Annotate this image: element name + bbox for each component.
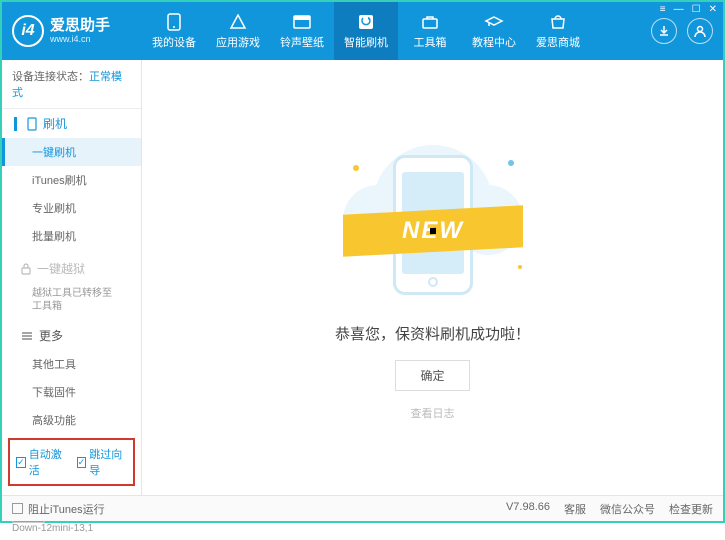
wechat-link[interactable]: 微信公众号 (600, 501, 655, 517)
nav-apps[interactable]: 应用游戏 (206, 2, 270, 60)
ok-button[interactable]: 确定 (395, 360, 469, 391)
footer: 阻止iTunes运行 V7.98.66 客服 微信公众号 检查更新 (2, 495, 723, 521)
cap-icon (484, 13, 504, 31)
sidebar-item-advanced[interactable]: 高级功能 (2, 406, 141, 434)
store-icon (548, 13, 568, 31)
sidebar-cat-more[interactable]: 更多 (2, 321, 141, 350)
new-ribbon: NEW (343, 205, 523, 256)
wallpaper-icon (292, 13, 312, 31)
success-message: 恭喜您，保资料刷机成功啦！ (335, 323, 530, 344)
version-label: V7.98.66 (506, 501, 550, 517)
sidebar-item-batch[interactable]: 批量刷机 (2, 222, 141, 250)
window-controls: ≡ — ☐ ✕ (660, 4, 717, 15)
nav-store[interactable]: 爱思商城 (526, 2, 590, 60)
toolbox-icon (420, 13, 440, 31)
logo-icon: i4 (12, 15, 44, 47)
nav-toolbox[interactable]: 工具箱 (398, 2, 462, 60)
apps-icon (228, 13, 248, 31)
connection-status: 设备连接状态：正常模式 (2, 60, 141, 109)
illustration: NEW (323, 135, 543, 305)
lock-icon (21, 263, 31, 275)
menu-icon[interactable]: ≡ (660, 4, 666, 15)
main-content: NEW 恭喜您，保资料刷机成功啦！ 确定 查看日志 (142, 60, 723, 495)
phone-icon (164, 13, 184, 31)
nav-ringtones[interactable]: 铃声壁纸 (270, 2, 334, 60)
minimize-button[interactable]: — (674, 4, 684, 15)
sidebar-item-other[interactable]: 其他工具 (2, 350, 141, 378)
logo-area: i4 爱思助手 www.i4.cn (2, 2, 142, 60)
phone-small-icon (27, 117, 37, 131)
sidebar-item-itunes[interactable]: iTunes刷机 (2, 166, 141, 194)
more-icon (21, 331, 33, 341)
checkbox-block-itunes[interactable] (12, 503, 23, 514)
nav-flash[interactable]: 智能刷机 (334, 2, 398, 60)
jailbreak-note: 越狱工具已转移至 工具箱 (2, 283, 141, 317)
nav-tutorials[interactable]: 教程中心 (462, 2, 526, 60)
user-icon[interactable] (687, 18, 713, 44)
sidebar-cat-flash[interactable]: 刷机 (2, 109, 141, 138)
view-log-link[interactable]: 查看日志 (411, 405, 455, 421)
sidebar-cat-jailbreak: 一键越狱 (2, 254, 141, 283)
sidebar: 设备连接状态：正常模式 刷机 一键刷机 iTunes刷机 专业刷机 批量刷机 一… (2, 60, 142, 495)
service-link[interactable]: 客服 (564, 501, 586, 517)
sidebar-item-firmware[interactable]: 下载固件 (2, 378, 141, 406)
maximize-button[interactable]: ☐ (692, 4, 701, 15)
sidebar-item-pro[interactable]: 专业刷机 (2, 194, 141, 222)
sidebar-item-oneclick[interactable]: 一键刷机 (2, 138, 141, 166)
nav-my-device[interactable]: 我的设备 (142, 2, 206, 60)
block-itunes-label: 阻止iTunes运行 (28, 501, 105, 517)
options-box: ✓自动激活 ✓跳过向导 (8, 438, 135, 486)
app-url: www.i4.cn (50, 34, 110, 44)
checkbox-auto-activate[interactable]: ✓自动激活 (16, 446, 67, 478)
header: i4 爱思助手 www.i4.cn 我的设备 应用游戏 铃声壁纸 智能刷机 工具… (2, 2, 723, 60)
app-name: 爱思助手 (50, 18, 110, 35)
device-model: Down-12mini-13,1 (12, 523, 131, 534)
download-icon[interactable] (651, 18, 677, 44)
flash-icon (356, 13, 376, 31)
close-button[interactable]: ✕ (709, 4, 717, 15)
checkbox-skip-guide[interactable]: ✓跳过向导 (77, 446, 128, 478)
nav: 我的设备 应用游戏 铃声壁纸 智能刷机 工具箱 教程中心 爱思商城 (142, 2, 651, 60)
update-link[interactable]: 检查更新 (669, 501, 713, 517)
